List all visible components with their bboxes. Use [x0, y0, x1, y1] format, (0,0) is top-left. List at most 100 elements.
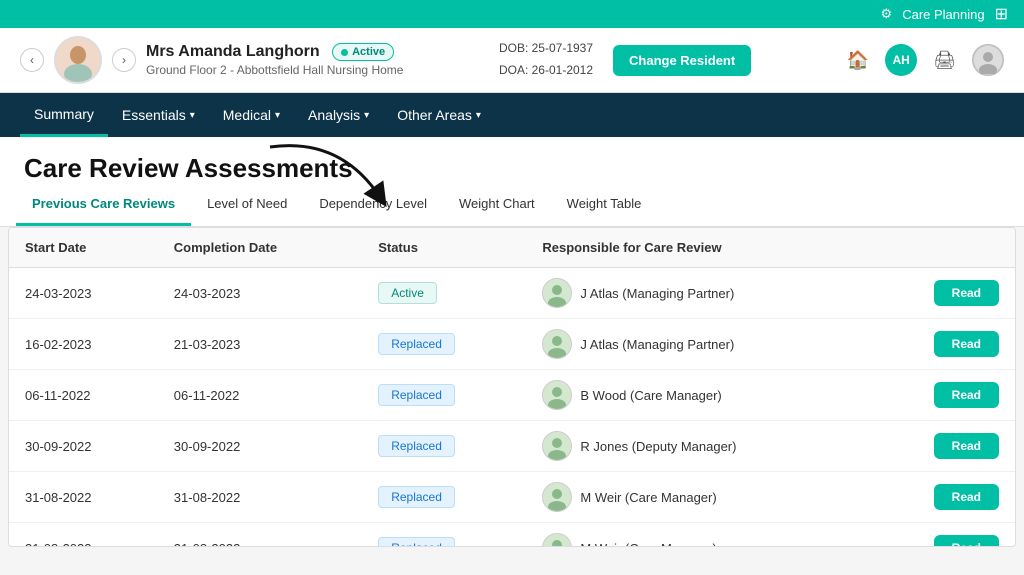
cell-read-action: Read [868, 523, 1015, 548]
tab-weight-chart[interactable]: Weight Chart [443, 184, 551, 226]
person-avatar [542, 533, 572, 547]
medical-chevron: ▾ [275, 110, 280, 121]
col-responsible: Responsible for Care Review [526, 228, 868, 268]
table-row: 31-08-2022 31-08-2022 Replaced M Weir (C… [9, 523, 1015, 548]
status-badge: Active [378, 282, 437, 304]
person-avatar [542, 482, 572, 512]
col-status: Status [362, 228, 526, 268]
section-header: Care Review Assessments [0, 137, 1024, 184]
responsible-name: J Atlas (Managing Partner) [580, 286, 734, 301]
cell-completion-date: 30-09-2022 [158, 421, 362, 472]
gear-icon[interactable]: ⚙ [881, 6, 893, 22]
cell-completion-date: 31-08-2022 [158, 472, 362, 523]
home-icon[interactable]: 🏠 [847, 50, 869, 71]
cell-status: Replaced [362, 421, 526, 472]
table-row: 30-09-2022 30-09-2022 Replaced R Jones (… [9, 421, 1015, 472]
cell-start-date: 31-08-2022 [9, 523, 158, 548]
cell-responsible: R Jones (Deputy Manager) [526, 421, 868, 472]
resident-name: Mrs Amanda Langhorn Active [146, 43, 403, 62]
cell-start-date: 24-03-2023 [9, 268, 158, 319]
cell-status: Replaced [362, 370, 526, 421]
status-badge: Replaced [378, 435, 455, 457]
cell-read-action: Read [868, 370, 1015, 421]
read-button[interactable]: Read [934, 280, 999, 306]
cell-status: Replaced [362, 319, 526, 370]
cell-read-action: Read [868, 268, 1015, 319]
cell-status: Active [362, 268, 526, 319]
cell-start-date: 06-11-2022 [9, 370, 158, 421]
cell-read-action: Read [868, 472, 1015, 523]
main-header: ‹ › Mrs Amanda Langhorn Active Ground Fl… [0, 28, 1024, 93]
responsible-name: R Jones (Deputy Manager) [580, 439, 736, 454]
responsible-name: J Atlas (Managing Partner) [580, 337, 734, 352]
status-badge: Replaced [378, 537, 455, 547]
nav-analysis[interactable]: Analysis ▾ [294, 93, 383, 137]
resident-nav: ‹ › Mrs Amanda Langhorn Active Ground Fl… [20, 36, 403, 84]
header-actions: 🏠 AH 🖨 [847, 44, 1004, 76]
care-reviews-table-container: Start Date Completion Date Status Respon… [8, 227, 1016, 547]
cell-responsible: M Weir (Care Manager) [526, 472, 868, 523]
top-strip: ⚙ Care Planning ⊞ [0, 0, 1024, 28]
person-avatar [542, 329, 572, 359]
cell-completion-date: 24-03-2023 [158, 268, 362, 319]
cell-start-date: 30-09-2022 [9, 421, 158, 472]
table-row: 06-11-2022 06-11-2022 Replaced B Wood (C… [9, 370, 1015, 421]
nav-bar: Summary Essentials ▾ Medical ▾ Analysis … [0, 93, 1024, 137]
cell-start-date: 31-08-2022 [9, 472, 158, 523]
user-avatar [972, 44, 1004, 76]
read-button[interactable]: Read [934, 382, 999, 408]
care-planning-label: Care Planning [902, 7, 984, 22]
cell-responsible: J Atlas (Managing Partner) [526, 319, 868, 370]
tab-weight-table[interactable]: Weight Table [551, 184, 658, 226]
nav-medical[interactable]: Medical ▾ [209, 93, 294, 137]
analysis-chevron: ▾ [364, 110, 369, 121]
resident-location: Ground Floor 2 - Abbottsfield Hall Nursi… [146, 63, 403, 77]
cell-start-date: 16-02-2023 [9, 319, 158, 370]
read-button[interactable]: Read [934, 484, 999, 510]
col-action [868, 228, 1015, 268]
col-completion-date: Completion Date [158, 228, 362, 268]
tab-previous-care-reviews[interactable]: Previous Care Reviews [16, 184, 191, 226]
resident-info: Mrs Amanda Langhorn Active Ground Floor … [146, 43, 403, 78]
page-title: Care Review Assessments [24, 153, 353, 184]
responsible-name: M Weir (Care Manager) [580, 541, 716, 548]
status-badge: Replaced [378, 333, 455, 355]
cell-completion-date: 06-11-2022 [158, 370, 362, 421]
nav-summary[interactable]: Summary [20, 93, 108, 137]
read-button[interactable]: Read [934, 331, 999, 357]
grid-icon[interactable]: ⊞ [995, 4, 1008, 24]
tabs-bar: Previous Care Reviews Level of Need Depe… [0, 184, 1024, 227]
status-badge: Replaced [378, 384, 455, 406]
cell-status: Replaced [362, 523, 526, 548]
cell-completion-date: 21-03-2023 [158, 319, 362, 370]
change-resident-button[interactable]: Change Resident [613, 45, 751, 76]
read-button[interactable]: Read [934, 433, 999, 459]
cell-status: Replaced [362, 472, 526, 523]
active-dot [341, 49, 348, 56]
cell-read-action: Read [868, 319, 1015, 370]
read-button[interactable]: Read [934, 535, 999, 547]
print-icon[interactable]: 🖨 [933, 50, 956, 71]
table-row: 31-08-2022 31-08-2022 Replaced M Weir (C… [9, 472, 1015, 523]
nav-other-areas[interactable]: Other Areas ▾ [383, 93, 495, 137]
person-avatar [542, 278, 572, 308]
table-row: 24-03-2023 24-03-2023 Active J Atlas (Ma… [9, 268, 1015, 319]
table-header-row: Start Date Completion Date Status Respon… [9, 228, 1015, 268]
tab-level-of-need[interactable]: Level of Need [191, 184, 303, 226]
next-resident-btn[interactable]: › [112, 48, 136, 72]
avatar [54, 36, 102, 84]
active-badge: Active [332, 43, 394, 61]
table-row: 16-02-2023 21-03-2023 Replaced J Atlas (… [9, 319, 1015, 370]
responsible-name: M Weir (Care Manager) [580, 490, 716, 505]
prev-resident-btn[interactable]: ‹ [20, 48, 44, 72]
other-areas-chevron: ▾ [476, 110, 481, 121]
header-center: DOB: 25-07-1937 DOA: 26-01-2012 Change R… [499, 38, 751, 81]
nav-essentials[interactable]: Essentials ▾ [108, 93, 209, 137]
user-initials: AH [885, 44, 917, 76]
cell-read-action: Read [868, 421, 1015, 472]
cell-responsible: B Wood (Care Manager) [526, 370, 868, 421]
tab-dependency-level[interactable]: Dependency Level [303, 184, 443, 226]
cell-responsible: M Weir (Care Manager) [526, 523, 868, 548]
cell-completion-date: 31-08-2022 [158, 523, 362, 548]
status-badge: Replaced [378, 486, 455, 508]
